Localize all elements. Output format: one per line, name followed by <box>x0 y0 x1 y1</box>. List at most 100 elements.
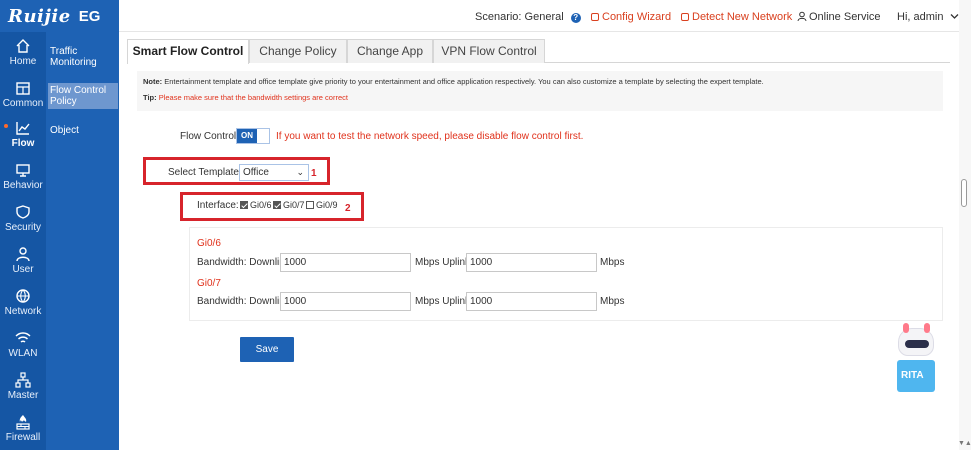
subnav-label: Flow Control <box>50 85 107 96</box>
template-select[interactable]: Office ⌄ <box>239 164 309 181</box>
checkbox-label: Gi0/9 <box>316 200 338 210</box>
nav-label-wlan: WLAN <box>8 348 38 359</box>
uplink-label: Mbps Uplink <box>415 296 471 307</box>
subnav-item-flow-control-policy[interactable]: Flow Control Policy <box>48 83 118 109</box>
scroll-arrows-icon[interactable]: ▼▲ <box>958 440 971 447</box>
nav-label-network: Network <box>4 306 42 317</box>
nav-item-common[interactable]: Common <box>0 80 46 109</box>
highlight-marker-2: 2 <box>345 203 351 214</box>
nav-item-user[interactable]: User <box>0 246 46 275</box>
config-wizard-link[interactable]: Config Wizard <box>591 11 671 23</box>
note-text: Entertainment template and office templa… <box>162 77 764 86</box>
checkbox-label: Gi0/6 <box>250 200 272 210</box>
tip-label: Tip: <box>143 93 157 102</box>
home-icon <box>16 39 30 53</box>
nav-item-network[interactable]: Network <box>0 288 46 317</box>
detect-icon <box>681 13 689 21</box>
main-nav: Home Common Flow Behavior Security User … <box>0 32 46 450</box>
checkbox-label: Gi0/7 <box>283 200 305 210</box>
checkbox-checked-icon <box>240 201 248 209</box>
firewall-icon <box>16 415 30 430</box>
tab-vpn-flow-control[interactable]: VPN Flow Control <box>433 39 545 63</box>
interface-checkbox-gi0-9[interactable]: Gi0/9 <box>306 200 338 210</box>
scrollbar-thumb[interactable] <box>961 179 967 207</box>
checkbox-unchecked-icon <box>306 201 314 209</box>
interface-checkbox-gi0-6[interactable]: Gi0/6 <box>240 200 272 210</box>
interface-name-gi0-6: Gi0/6 <box>197 238 221 249</box>
downlink-input-gi0-6[interactable]: 1000 <box>280 253 411 272</box>
detect-network-label: Detect New Network <box>692 11 793 23</box>
robot-icon <box>898 323 934 356</box>
tab-change-policy[interactable]: Change Policy <box>249 39 347 63</box>
scenario-selector[interactable]: Scenario: General ? <box>475 11 581 23</box>
interface-label: Interface: <box>197 200 239 211</box>
save-button[interactable]: Save <box>240 337 294 362</box>
subnav-item-traffic-monitoring[interactable]: Traffic Monitoring <box>50 44 118 70</box>
scenario-value: General <box>524 11 564 23</box>
uplink-input-gi0-7[interactable]: 1000 <box>466 292 597 311</box>
flow-control-label: Flow Control: <box>180 131 239 142</box>
nav-label-common: Common <box>2 98 44 109</box>
nav-item-master[interactable]: Master <box>0 372 46 401</box>
unit-label: Mbps <box>600 296 625 307</box>
top-header: Scenario: General ? Config Wizard Detect… <box>119 0 959 32</box>
detect-network-link[interactable]: Detect New Network <box>681 11 792 23</box>
unit-label: Mbps <box>600 257 625 268</box>
tab-smart-flow-control[interactable]: Smart Flow Control <box>127 39 249 64</box>
robot-visor <box>905 340 929 348</box>
config-wizard-label: Config Wizard <box>602 11 672 23</box>
nav-label-flow: Flow <box>11 138 35 149</box>
uplink-input-gi0-6[interactable]: 1000 <box>466 253 597 272</box>
active-indicator <box>4 124 8 128</box>
flow-control-toggle[interactable]: ON <box>236 128 270 144</box>
subnav-item-object[interactable]: Object <box>50 123 118 138</box>
monitor-icon <box>16 164 30 177</box>
interface-checkbox-gi0-7[interactable]: Gi0/7 <box>273 200 305 210</box>
nav-item-flow[interactable]: Flow <box>0 120 46 149</box>
nav-item-security[interactable]: Security <box>0 204 46 233</box>
brand-name: Ruijie <box>8 5 71 27</box>
calendar-icon <box>16 82 30 95</box>
bottom-strip <box>0 450 971 464</box>
scrollbar-track[interactable] <box>959 0 971 450</box>
nav-item-behavior[interactable]: Behavior <box>0 162 46 191</box>
chevron-down-icon: ⌄ <box>296 167 304 177</box>
user-greeting: Hi, admin <box>897 11 944 23</box>
downlink-input-gi0-7[interactable]: 1000 <box>280 292 411 311</box>
robot-ear <box>903 323 909 333</box>
bandwidth-label: Bandwidth: Downlink <box>197 296 290 307</box>
subnav-label: Object <box>50 125 79 136</box>
sub-nav: Traffic Monitoring Flow Control Policy O… <box>46 32 119 450</box>
subnav-label: Policy <box>50 96 77 107</box>
bandwidth-label: Bandwidth: Downlink <box>197 257 290 268</box>
toggle-state: ON <box>237 129 257 143</box>
shield-icon <box>16 205 30 219</box>
nav-label-home: Home <box>9 56 37 67</box>
rita-assistant[interactable]: RITA <box>894 323 938 396</box>
highlight-marker-1: 1 <box>311 168 317 179</box>
chevron-down-icon <box>950 14 958 19</box>
nav-label-security: Security <box>4 222 42 233</box>
nav-label-user: User <box>12 264 34 275</box>
tab-change-app[interactable]: Change App <box>347 39 433 63</box>
scenario-label: Scenario: <box>475 11 522 23</box>
service-icon <box>797 11 807 22</box>
tab-bar: Smart Flow Control Change Policy Change … <box>127 39 950 64</box>
wifi-icon <box>15 332 31 343</box>
nav-item-wlan[interactable]: WLAN <box>0 330 46 359</box>
interface-name-gi0-7: Gi0/7 <box>197 278 221 289</box>
nav-item-home[interactable]: Home <box>0 38 46 67</box>
checkbox-checked-icon <box>273 201 281 209</box>
brand-logo[interactable]: Ruijie EG <box>0 0 119 32</box>
user-menu[interactable]: Hi, admin <box>897 11 959 23</box>
online-service-link[interactable]: Online Service <box>797 11 881 23</box>
help-icon[interactable]: ? <box>570 13 581 23</box>
subnav-label: Monitoring <box>50 57 97 68</box>
subnav-label: Traffic <box>50 46 78 57</box>
online-service-label: Online Service <box>809 11 881 23</box>
flow-control-warning: If you want to test the network speed, p… <box>276 131 584 142</box>
notice-panel: Note: Entertainment template and office … <box>137 71 943 111</box>
globe-icon <box>16 289 30 303</box>
note-label: Note: <box>143 77 163 86</box>
nav-item-firewall[interactable]: Firewall <box>0 414 46 443</box>
